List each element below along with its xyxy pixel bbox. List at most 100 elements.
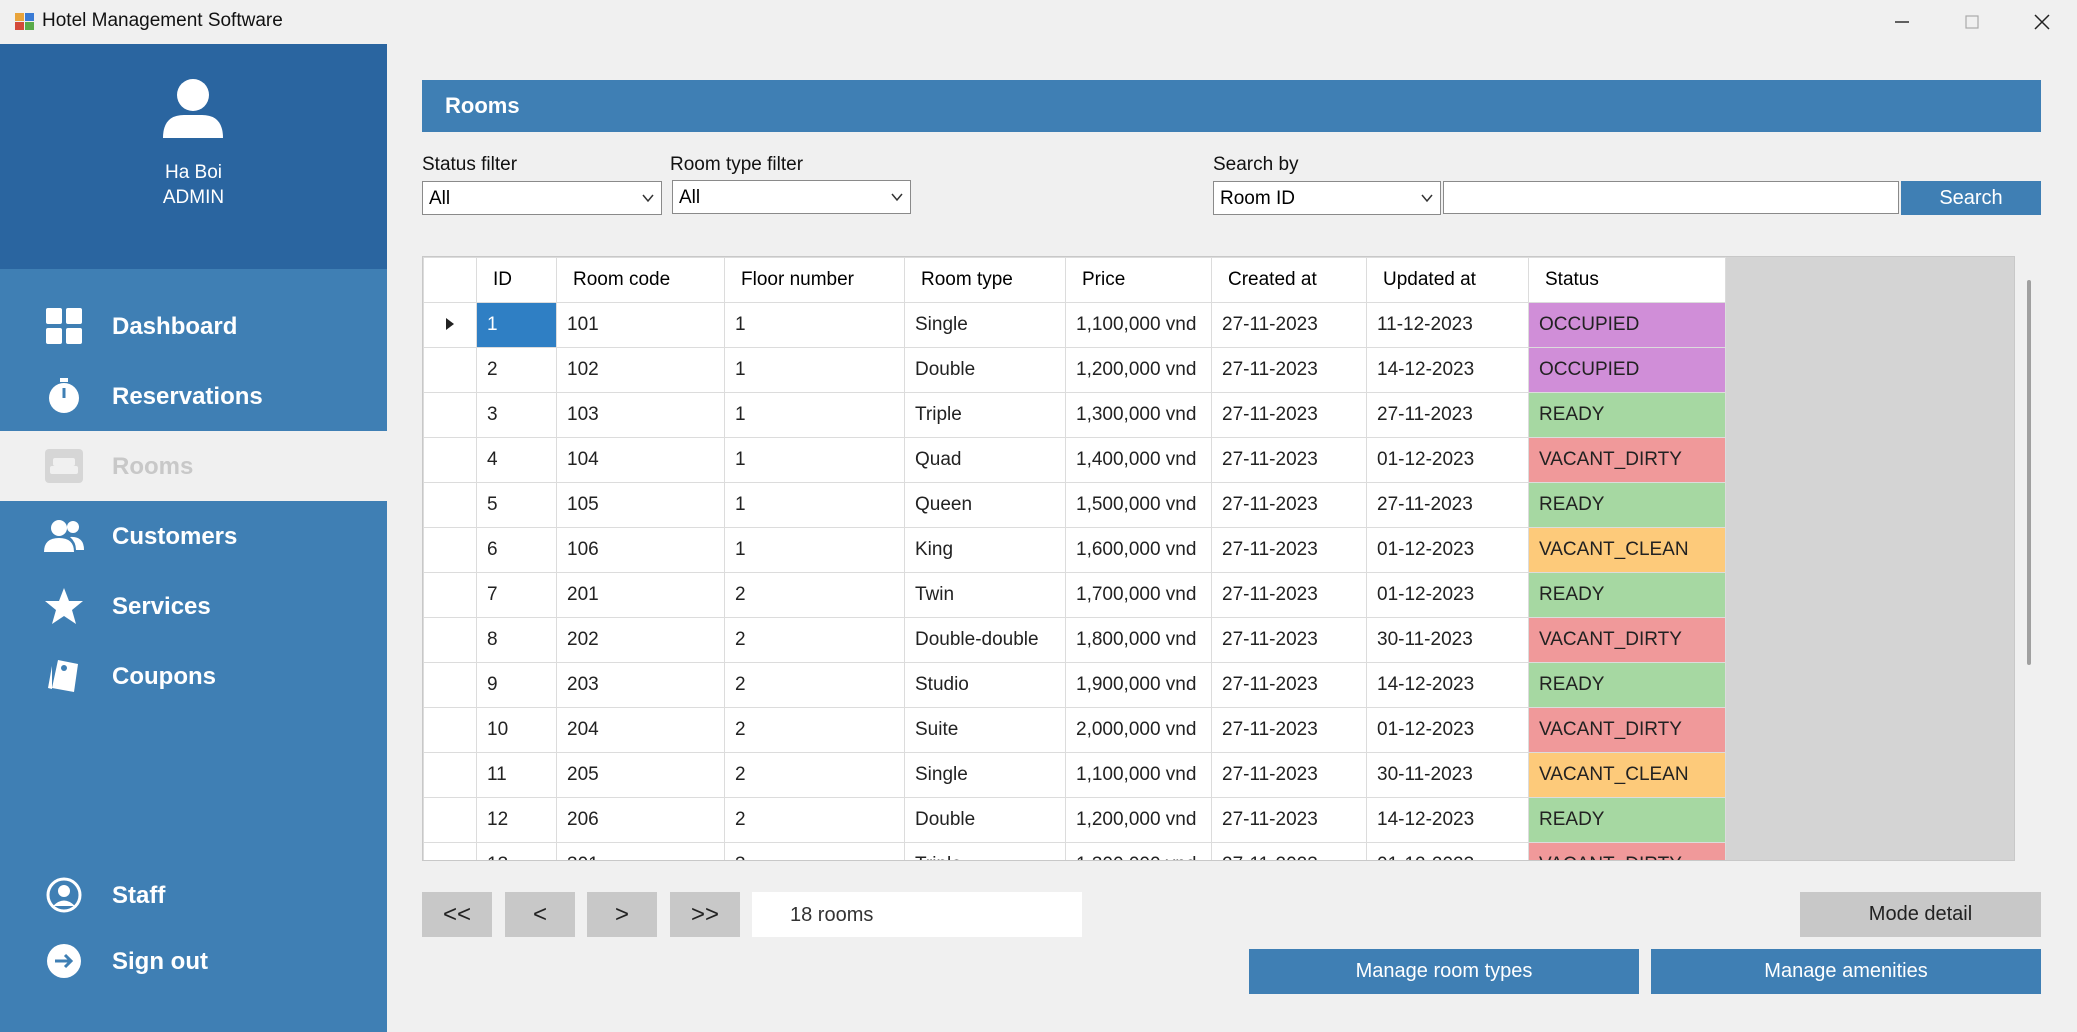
table-cell[interactable]: Quad	[904, 437, 1066, 483]
status-cell[interactable]: OCCUPIED	[1528, 347, 1726, 393]
table-cell[interactable]: 2	[724, 572, 905, 618]
table-cell[interactable]: 27-11-2023	[1211, 797, 1367, 843]
table-cell[interactable]: Double	[904, 797, 1066, 843]
table-cell[interactable]: 1,100,000 vnd	[1065, 752, 1212, 798]
table-cell[interactable]: 13	[476, 842, 557, 860]
table-cell[interactable]: 27-11-2023	[1211, 707, 1367, 753]
table-cell[interactable]: 102	[556, 347, 725, 393]
table-cell[interactable]: 1,200,000 vnd	[1065, 797, 1212, 843]
table-cell[interactable]: Double-double	[904, 617, 1066, 663]
maximize-button[interactable]	[1937, 0, 2007, 44]
nav-dashboard[interactable]: Dashboard	[0, 291, 387, 361]
status-cell[interactable]: VACANT_CLEAN	[1528, 752, 1726, 798]
column-header[interactable]: Floor number	[724, 257, 905, 303]
table-cell[interactable]: 202	[556, 617, 725, 663]
table-row[interactable]: 9 203 2 Studio 1,900,000 vnd 27-11-2023 14-12-…	[423, 662, 1726, 708]
table-cell[interactable]: Queen	[904, 482, 1066, 528]
rooms-grid[interactable]: ID Room code Floor number Room type Price Cre…	[422, 256, 2015, 861]
table-row[interactable]: 7 201 2 Twin 1,700,000 vnd 27-11-2023 01-12-20…	[423, 572, 1726, 618]
table-cell[interactable]: 27-11-2023	[1366, 392, 1529, 438]
table-cell[interactable]: 1	[724, 527, 905, 573]
column-header[interactable]: Updated at	[1366, 257, 1529, 303]
table-cell[interactable]: 27-11-2023	[1211, 392, 1367, 438]
column-header[interactable]: Status	[1528, 257, 1726, 303]
search-input[interactable]	[1443, 181, 1899, 214]
table-cell[interactable]: 206	[556, 797, 725, 843]
status-cell[interactable]: VACANT_DIRTY	[1528, 617, 1726, 663]
nav-services[interactable]: Services	[0, 571, 387, 641]
table-row[interactable]: 6 106 1 King 1,600,000 vnd 27-11-2023 01-12-20…	[423, 527, 1726, 573]
status-filter-select[interactable]: All	[422, 181, 662, 215]
table-cell[interactable]: 12	[476, 797, 557, 843]
table-row[interactable]: 3 103 1 Triple 1,300,000 vnd 27-11-2023 27-11-…	[423, 392, 1726, 438]
table-cell[interactable]: 27-11-2023	[1211, 527, 1367, 573]
table-cell[interactable]: 01-12-2023	[1366, 437, 1529, 483]
table-cell[interactable]: 2	[476, 347, 557, 393]
manage-amenities-button[interactable]: Manage amenities	[1651, 949, 2041, 994]
row-header[interactable]	[423, 302, 477, 348]
table-cell[interactable]: 27-11-2023	[1211, 347, 1367, 393]
table-cell[interactable]: 9	[476, 662, 557, 708]
table-cell[interactable]: Double	[904, 347, 1066, 393]
nav-rooms[interactable]: Rooms	[0, 431, 387, 501]
row-header[interactable]	[423, 482, 477, 528]
table-cell[interactable]: Single	[904, 302, 1066, 348]
table-cell[interactable]: 4	[476, 437, 557, 483]
table-cell[interactable]: 6	[476, 527, 557, 573]
table-row[interactable]: 12 206 2 Double 1,200,000 vnd 27-11-2023 14-12…	[423, 797, 1726, 843]
nav-signout[interactable]: Sign out	[0, 926, 387, 996]
table-cell[interactable]: 1,600,000 vnd	[1065, 527, 1212, 573]
table-cell[interactable]: 1,800,000 vnd	[1065, 617, 1212, 663]
table-row[interactable]: 133013Triple1,300,000 vnd27-11-202301-12…	[423, 842, 1726, 860]
search-button[interactable]: Search	[1901, 181, 2041, 215]
table-cell[interactable]: 205	[556, 752, 725, 798]
table-cell[interactable]: Triple	[904, 392, 1066, 438]
table-cell[interactable]: 103	[556, 392, 725, 438]
table-cell[interactable]: 1	[476, 302, 557, 348]
row-header[interactable]	[423, 707, 477, 753]
table-cell[interactable]: 14-12-2023	[1366, 347, 1529, 393]
table-cell[interactable]: 1,300,000 vnd	[1065, 842, 1212, 860]
table-cell[interactable]: 27-11-2023	[1211, 617, 1367, 663]
minimize-button[interactable]	[1867, 0, 1937, 44]
table-cell[interactable]: 1	[724, 482, 905, 528]
table-cell[interactable]: 27-11-2023	[1211, 482, 1367, 528]
table-row[interactable]: 8 202 2 Double-double 1,800,000 vnd 27-11-202…	[423, 617, 1726, 663]
column-header[interactable]: Price	[1065, 257, 1212, 303]
status-cell[interactable]: READY	[1528, 572, 1726, 618]
table-cell[interactable]: 14-12-2023	[1366, 662, 1529, 708]
table-cell[interactable]: 101	[556, 302, 725, 348]
table-cell[interactable]: 1	[724, 302, 905, 348]
table-cell[interactable]: 8	[476, 617, 557, 663]
status-cell[interactable]: VACANT_DIRTY	[1528, 842, 1726, 860]
table-cell[interactable]: 1	[724, 437, 905, 483]
table-cell[interactable]: 5	[476, 482, 557, 528]
table-cell[interactable]: 01-12-2023	[1366, 707, 1529, 753]
prev-page-button[interactable]: <	[505, 892, 575, 937]
table-cell[interactable]: 11-12-2023	[1366, 302, 1529, 348]
table-row[interactable]: 1 101 1 Single 1,100,000 vnd 27-11-2023 11-12-…	[423, 302, 1726, 348]
table-cell[interactable]: Suite	[904, 707, 1066, 753]
row-header[interactable]	[423, 527, 477, 573]
table-cell[interactable]: 1,200,000 vnd	[1065, 347, 1212, 393]
row-header[interactable]	[423, 617, 477, 663]
next-page-button[interactable]: >	[587, 892, 657, 937]
table-cell[interactable]: 30-11-2023	[1366, 617, 1529, 663]
table-cell[interactable]: 27-11-2023	[1211, 572, 1367, 618]
status-cell[interactable]: READY	[1528, 797, 1726, 843]
table-cell[interactable]: 1,400,000 vnd	[1065, 437, 1212, 483]
column-header[interactable]: ID	[476, 257, 557, 303]
table-cell[interactable]: 1	[724, 347, 905, 393]
table-cell[interactable]: 106	[556, 527, 725, 573]
table-cell[interactable]: 201	[556, 572, 725, 618]
table-cell[interactable]: 2	[724, 617, 905, 663]
table-cell[interactable]: Triple	[904, 842, 1066, 860]
table-cell[interactable]: 3	[724, 842, 905, 860]
table-cell[interactable]: 2	[724, 797, 905, 843]
row-header[interactable]	[423, 752, 477, 798]
column-header[interactable]: Created at	[1211, 257, 1367, 303]
row-header[interactable]	[423, 572, 477, 618]
table-cell[interactable]: 27-11-2023	[1211, 662, 1367, 708]
table-cell[interactable]: 27-11-2023	[1211, 842, 1367, 860]
search-by-select[interactable]: Room ID	[1213, 181, 1441, 215]
